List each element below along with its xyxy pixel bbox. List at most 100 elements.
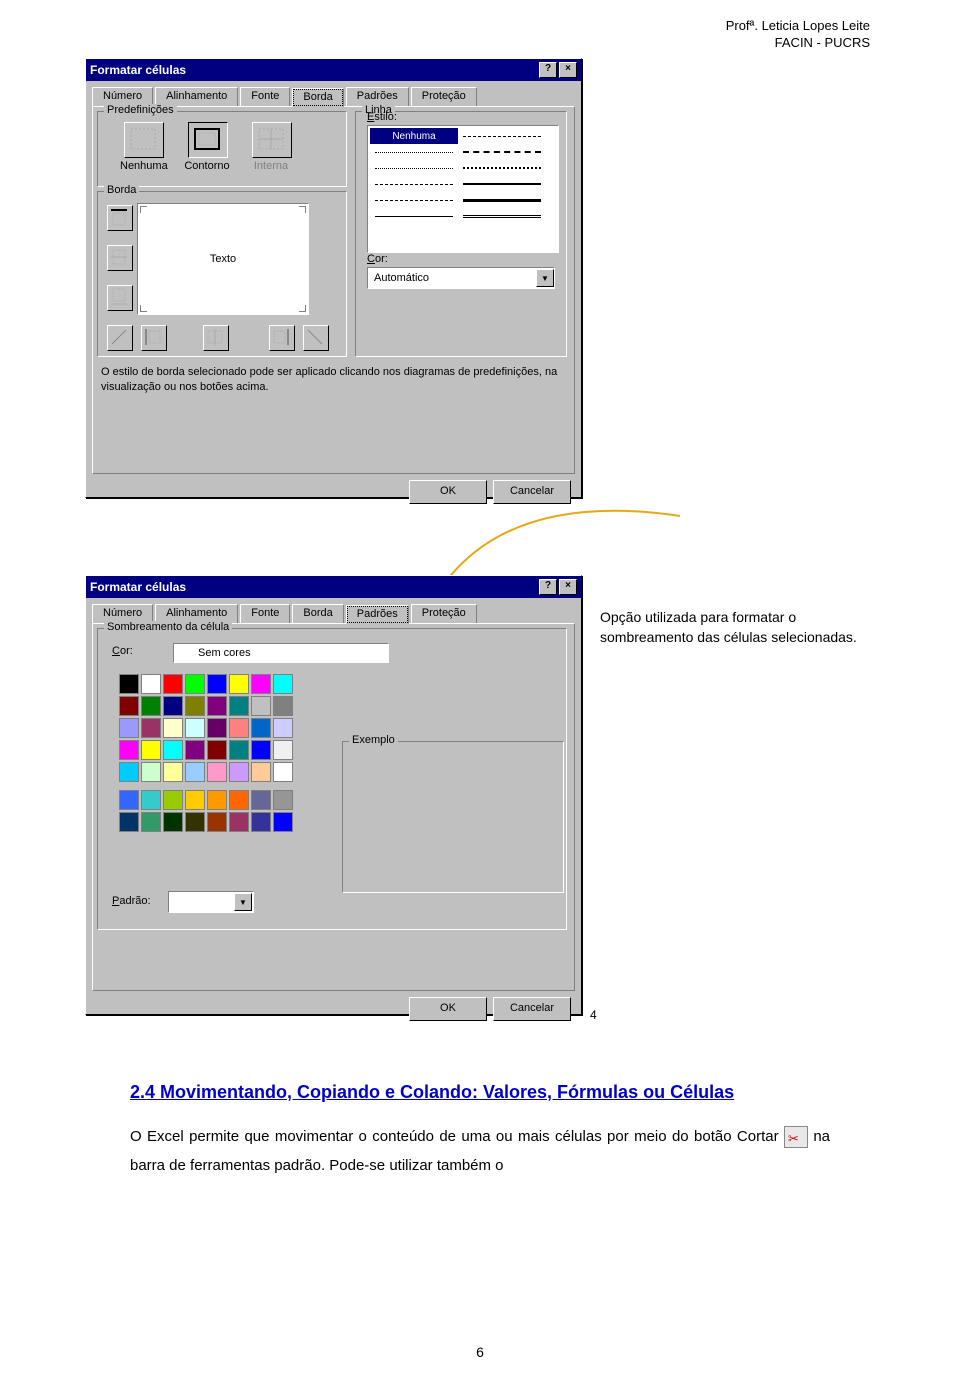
- color-swatch[interactable]: [273, 674, 293, 694]
- color-swatch[interactable]: [119, 740, 139, 760]
- color-swatch[interactable]: [141, 674, 161, 694]
- style-dashdot2[interactable]: [458, 160, 546, 176]
- color-swatch[interactable]: [229, 740, 249, 760]
- style-dotted[interactable]: [370, 160, 458, 176]
- style-double[interactable]: [458, 208, 546, 224]
- tab-padroes[interactable]: Padrões: [346, 605, 409, 624]
- color-swatch[interactable]: [163, 674, 183, 694]
- style-hair[interactable]: [370, 144, 458, 160]
- tab-borda[interactable]: Borda: [292, 88, 343, 107]
- color-swatch[interactable]: [207, 718, 227, 738]
- style-thin[interactable]: [370, 208, 458, 224]
- close-button[interactable]: ×: [559, 62, 577, 78]
- pattern-combo[interactable]: ▼: [168, 891, 254, 913]
- cancel-button[interactable]: Cancelar: [493, 480, 571, 504]
- color-swatch[interactable]: [185, 790, 205, 810]
- cancel-button[interactable]: Cancelar: [493, 997, 571, 1021]
- border-bottom-button[interactable]: [107, 285, 133, 311]
- tab-fonte[interactable]: Fonte: [240, 604, 290, 623]
- border-vmiddle-button[interactable]: [203, 325, 229, 351]
- color-swatch[interactable]: [119, 812, 139, 832]
- style-none[interactable]: Nenhuma: [370, 128, 458, 144]
- color-combo[interactable]: Automático ▼: [367, 267, 555, 289]
- border-top-button[interactable]: [107, 205, 133, 231]
- color-swatch[interactable]: [273, 718, 293, 738]
- style-medium[interactable]: [458, 176, 546, 192]
- tab-fonte[interactable]: Fonte: [240, 87, 290, 106]
- style-dash2[interactable]: [458, 128, 546, 144]
- tab-borda[interactable]: Borda: [292, 604, 343, 623]
- color-swatch[interactable]: [273, 696, 293, 716]
- color-swatch[interactable]: [229, 718, 249, 738]
- color-swatch[interactable]: [207, 812, 227, 832]
- border-hmiddle-button[interactable]: [107, 245, 133, 271]
- color-swatch[interactable]: [229, 790, 249, 810]
- border-diag2-button[interactable]: [303, 325, 329, 351]
- color-swatch[interactable]: [207, 740, 227, 760]
- no-color-button[interactable]: Sem cores: [173, 643, 389, 663]
- color-swatch[interactable]: [207, 790, 227, 810]
- heading-link[interactable]: 2.4 Movimentando, Copiando e Colando: Va…: [130, 1082, 734, 1102]
- color-swatch[interactable]: [141, 718, 161, 738]
- color-swatch[interactable]: [185, 762, 205, 782]
- color-swatch[interactable]: [251, 812, 271, 832]
- chevron-down-icon[interactable]: ▼: [536, 269, 554, 287]
- style-dashed[interactable]: [370, 176, 458, 192]
- color-swatch[interactable]: [185, 740, 205, 760]
- border-preview[interactable]: Texto: [137, 203, 309, 315]
- color-swatch[interactable]: [141, 812, 161, 832]
- color-swatch[interactable]: [163, 696, 183, 716]
- tab-protecao[interactable]: Proteção: [411, 87, 477, 106]
- color-swatch[interactable]: [273, 812, 293, 832]
- ok-button[interactable]: OK: [409, 997, 487, 1021]
- preset-contorno-button[interactable]: [188, 122, 228, 158]
- color-swatch[interactable]: [141, 762, 161, 782]
- color-swatch[interactable]: [119, 718, 139, 738]
- color-swatch[interactable]: [163, 718, 183, 738]
- color-swatch[interactable]: [273, 762, 293, 782]
- color-swatch[interactable]: [229, 812, 249, 832]
- color-swatch[interactable]: [273, 790, 293, 810]
- line-style-list[interactable]: Nenhuma: [367, 125, 559, 253]
- color-swatch[interactable]: [119, 762, 139, 782]
- color-swatch[interactable]: [141, 790, 161, 810]
- color-swatch[interactable]: [163, 812, 183, 832]
- style-dashdot[interactable]: [458, 144, 546, 160]
- color-swatch[interactable]: [185, 674, 205, 694]
- color-swatch[interactable]: [229, 674, 249, 694]
- help-button[interactable]: ?: [539, 62, 557, 78]
- color-swatch[interactable]: [229, 762, 249, 782]
- color-swatch[interactable]: [251, 696, 271, 716]
- color-swatch[interactable]: [251, 740, 271, 760]
- border-diag1-button[interactable]: [107, 325, 133, 351]
- preset-interna-button[interactable]: [252, 122, 292, 158]
- color-swatch[interactable]: [185, 696, 205, 716]
- help-button[interactable]: ?: [539, 579, 557, 595]
- color-swatch[interactable]: [119, 696, 139, 716]
- color-swatch[interactable]: [163, 790, 183, 810]
- color-swatch[interactable]: [163, 740, 183, 760]
- close-button[interactable]: ×: [559, 579, 577, 595]
- color-swatch[interactable]: [251, 790, 271, 810]
- border-left-button[interactable]: [141, 325, 167, 351]
- border-right-button[interactable]: [269, 325, 295, 351]
- color-swatch[interactable]: [229, 696, 249, 716]
- color-swatch[interactable]: [273, 740, 293, 760]
- color-swatch[interactable]: [207, 696, 227, 716]
- color-swatch[interactable]: [207, 762, 227, 782]
- color-swatch[interactable]: [141, 740, 161, 760]
- tab-protecao[interactable]: Proteção: [411, 604, 477, 623]
- ok-button[interactable]: OK: [409, 480, 487, 504]
- style-dashdotdot[interactable]: [370, 192, 458, 208]
- color-swatch[interactable]: [207, 674, 227, 694]
- color-swatch[interactable]: [119, 790, 139, 810]
- color-swatch[interactable]: [141, 696, 161, 716]
- color-swatch[interactable]: [119, 674, 139, 694]
- color-swatch[interactable]: [185, 812, 205, 832]
- color-swatch[interactable]: [185, 718, 205, 738]
- chevron-down-icon[interactable]: ▼: [234, 893, 252, 911]
- color-swatch[interactable]: [251, 718, 271, 738]
- color-swatch[interactable]: [251, 762, 271, 782]
- color-swatch[interactable]: [251, 674, 271, 694]
- color-swatch[interactable]: [163, 762, 183, 782]
